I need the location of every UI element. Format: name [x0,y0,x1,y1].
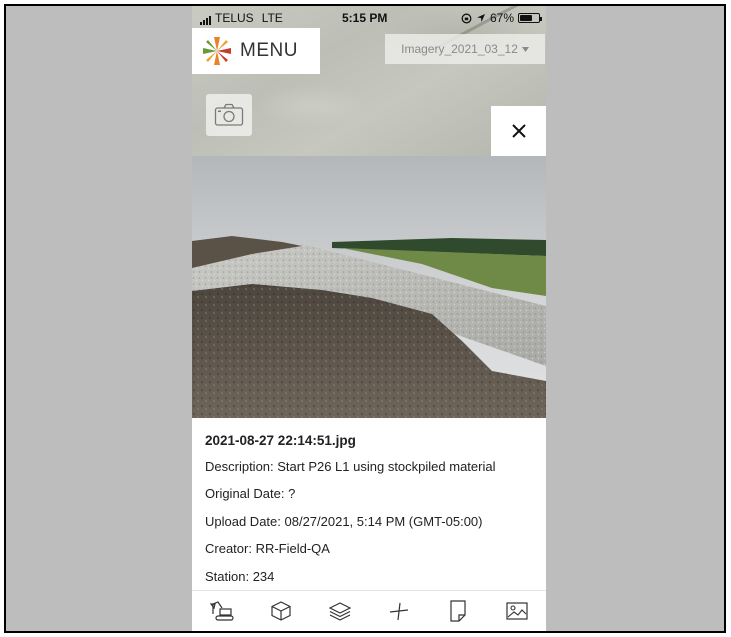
layers-icon [328,602,351,621]
menu-label: MENU [240,40,298,61]
cube-icon [270,601,291,621]
site-photo[interactable] [192,156,546,418]
screenshot-frame: TELUS LTE 5:15 PM 67% MENU Imagery_2021_… [4,4,726,633]
close-button[interactable] [491,106,546,156]
bottom-toolbar [192,590,546,631]
camera-icon [214,103,244,126]
lock-rotation-icon [461,13,472,23]
camera-button[interactable] [206,94,252,136]
photo-filename: 2021-08-27 22:14:51.jpg [205,433,356,448]
status-time: 5:15 PM [342,11,388,25]
photo-station: Station: 234 [205,569,275,584]
logo-icon [203,37,231,65]
location-arrow-icon [476,14,485,22]
toolbar-3d-button[interactable] [261,593,301,629]
toolbar-photos-button[interactable] [497,593,537,629]
photo-creator: Creator: RR-Field-QA [205,541,330,556]
photo-upload-date: Upload Date: 08/27/2021, 5:14 PM (GMT-05… [205,514,483,529]
toolbar-measure-button[interactable] [379,593,419,629]
battery-percent: 67% [489,11,514,25]
menu-button[interactable]: MENU [192,28,320,74]
toolbar-equipment-button[interactable] [202,593,242,629]
image-icon [505,602,528,620]
battery-icon [518,13,542,23]
close-icon [511,124,526,138]
photo-info-panel: 2021-08-27 22:14:51.jpg Description: Sta… [192,418,546,590]
imagery-dropdown[interactable]: Imagery_2021_03_12 [385,34,545,64]
imagery-selected-value: Imagery_2021_03_12 [401,42,518,56]
document-icon [449,600,466,622]
excavator-icon [209,601,234,621]
measure-icon [389,602,408,621]
phone-screen: TELUS LTE 5:15 PM 67% MENU Imagery_2021_… [192,6,546,631]
site-photo-image [192,156,546,418]
toolbar-layers-button[interactable] [320,593,360,629]
battery-fill [520,15,532,21]
network-label: LTE [261,11,283,25]
carrier-label: TELUS [215,11,254,25]
toolbar-document-button[interactable] [438,593,478,629]
status-bar: TELUS LTE 5:15 PM 67% [192,6,546,28]
signal-icon [200,16,211,25]
caret-down-icon [521,46,529,52]
photo-original-date: Original Date: ? [205,486,296,501]
status-left: TELUS LTE [200,11,283,25]
status-right: 67% [461,11,542,25]
photo-description: Description: Start P26 L1 using stockpil… [205,459,496,474]
